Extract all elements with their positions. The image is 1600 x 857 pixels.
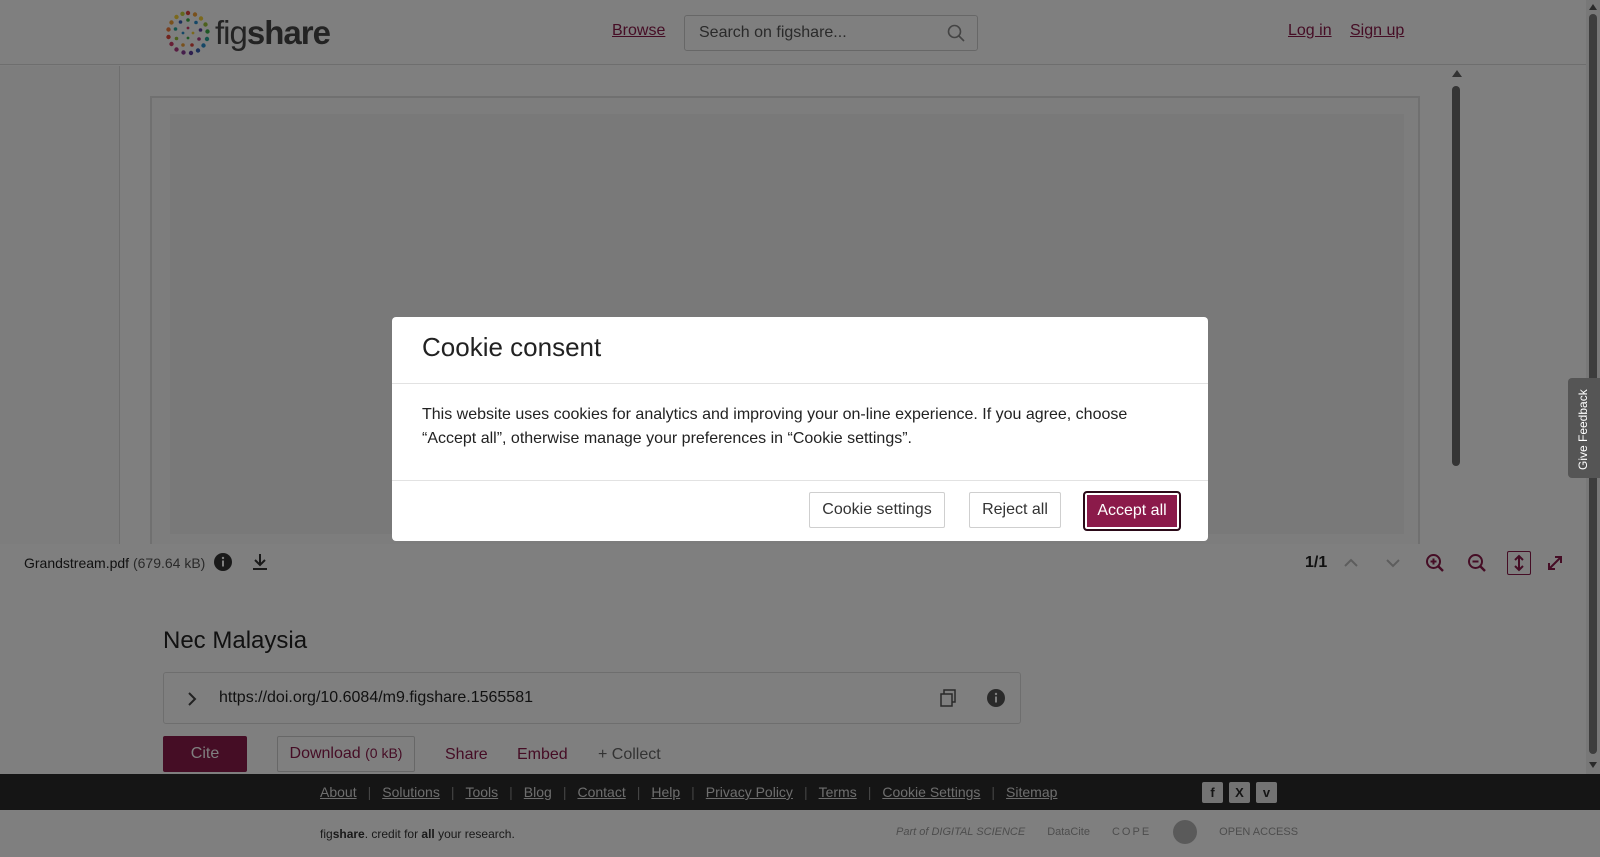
cookie-dialog-footer: Cookie settings Reject all Accept all [392,480,1208,541]
give-feedback-label: Give Feedback [1576,389,1590,470]
cookie-dialog-header: Cookie consent [392,317,1208,384]
cookie-consent-dialog: Cookie consent This website uses cookies… [392,317,1208,541]
cookie-dialog-title: Cookie consent [422,332,602,362]
accept-all-button[interactable]: Accept all [1083,491,1181,531]
give-feedback-tab[interactable]: Give Feedback [1568,378,1600,478]
cookie-settings-button[interactable]: Cookie settings [809,492,945,528]
cookie-dialog-message: This website uses cookies for analytics … [422,406,1128,447]
reject-all-button[interactable]: Reject all [969,492,1061,528]
